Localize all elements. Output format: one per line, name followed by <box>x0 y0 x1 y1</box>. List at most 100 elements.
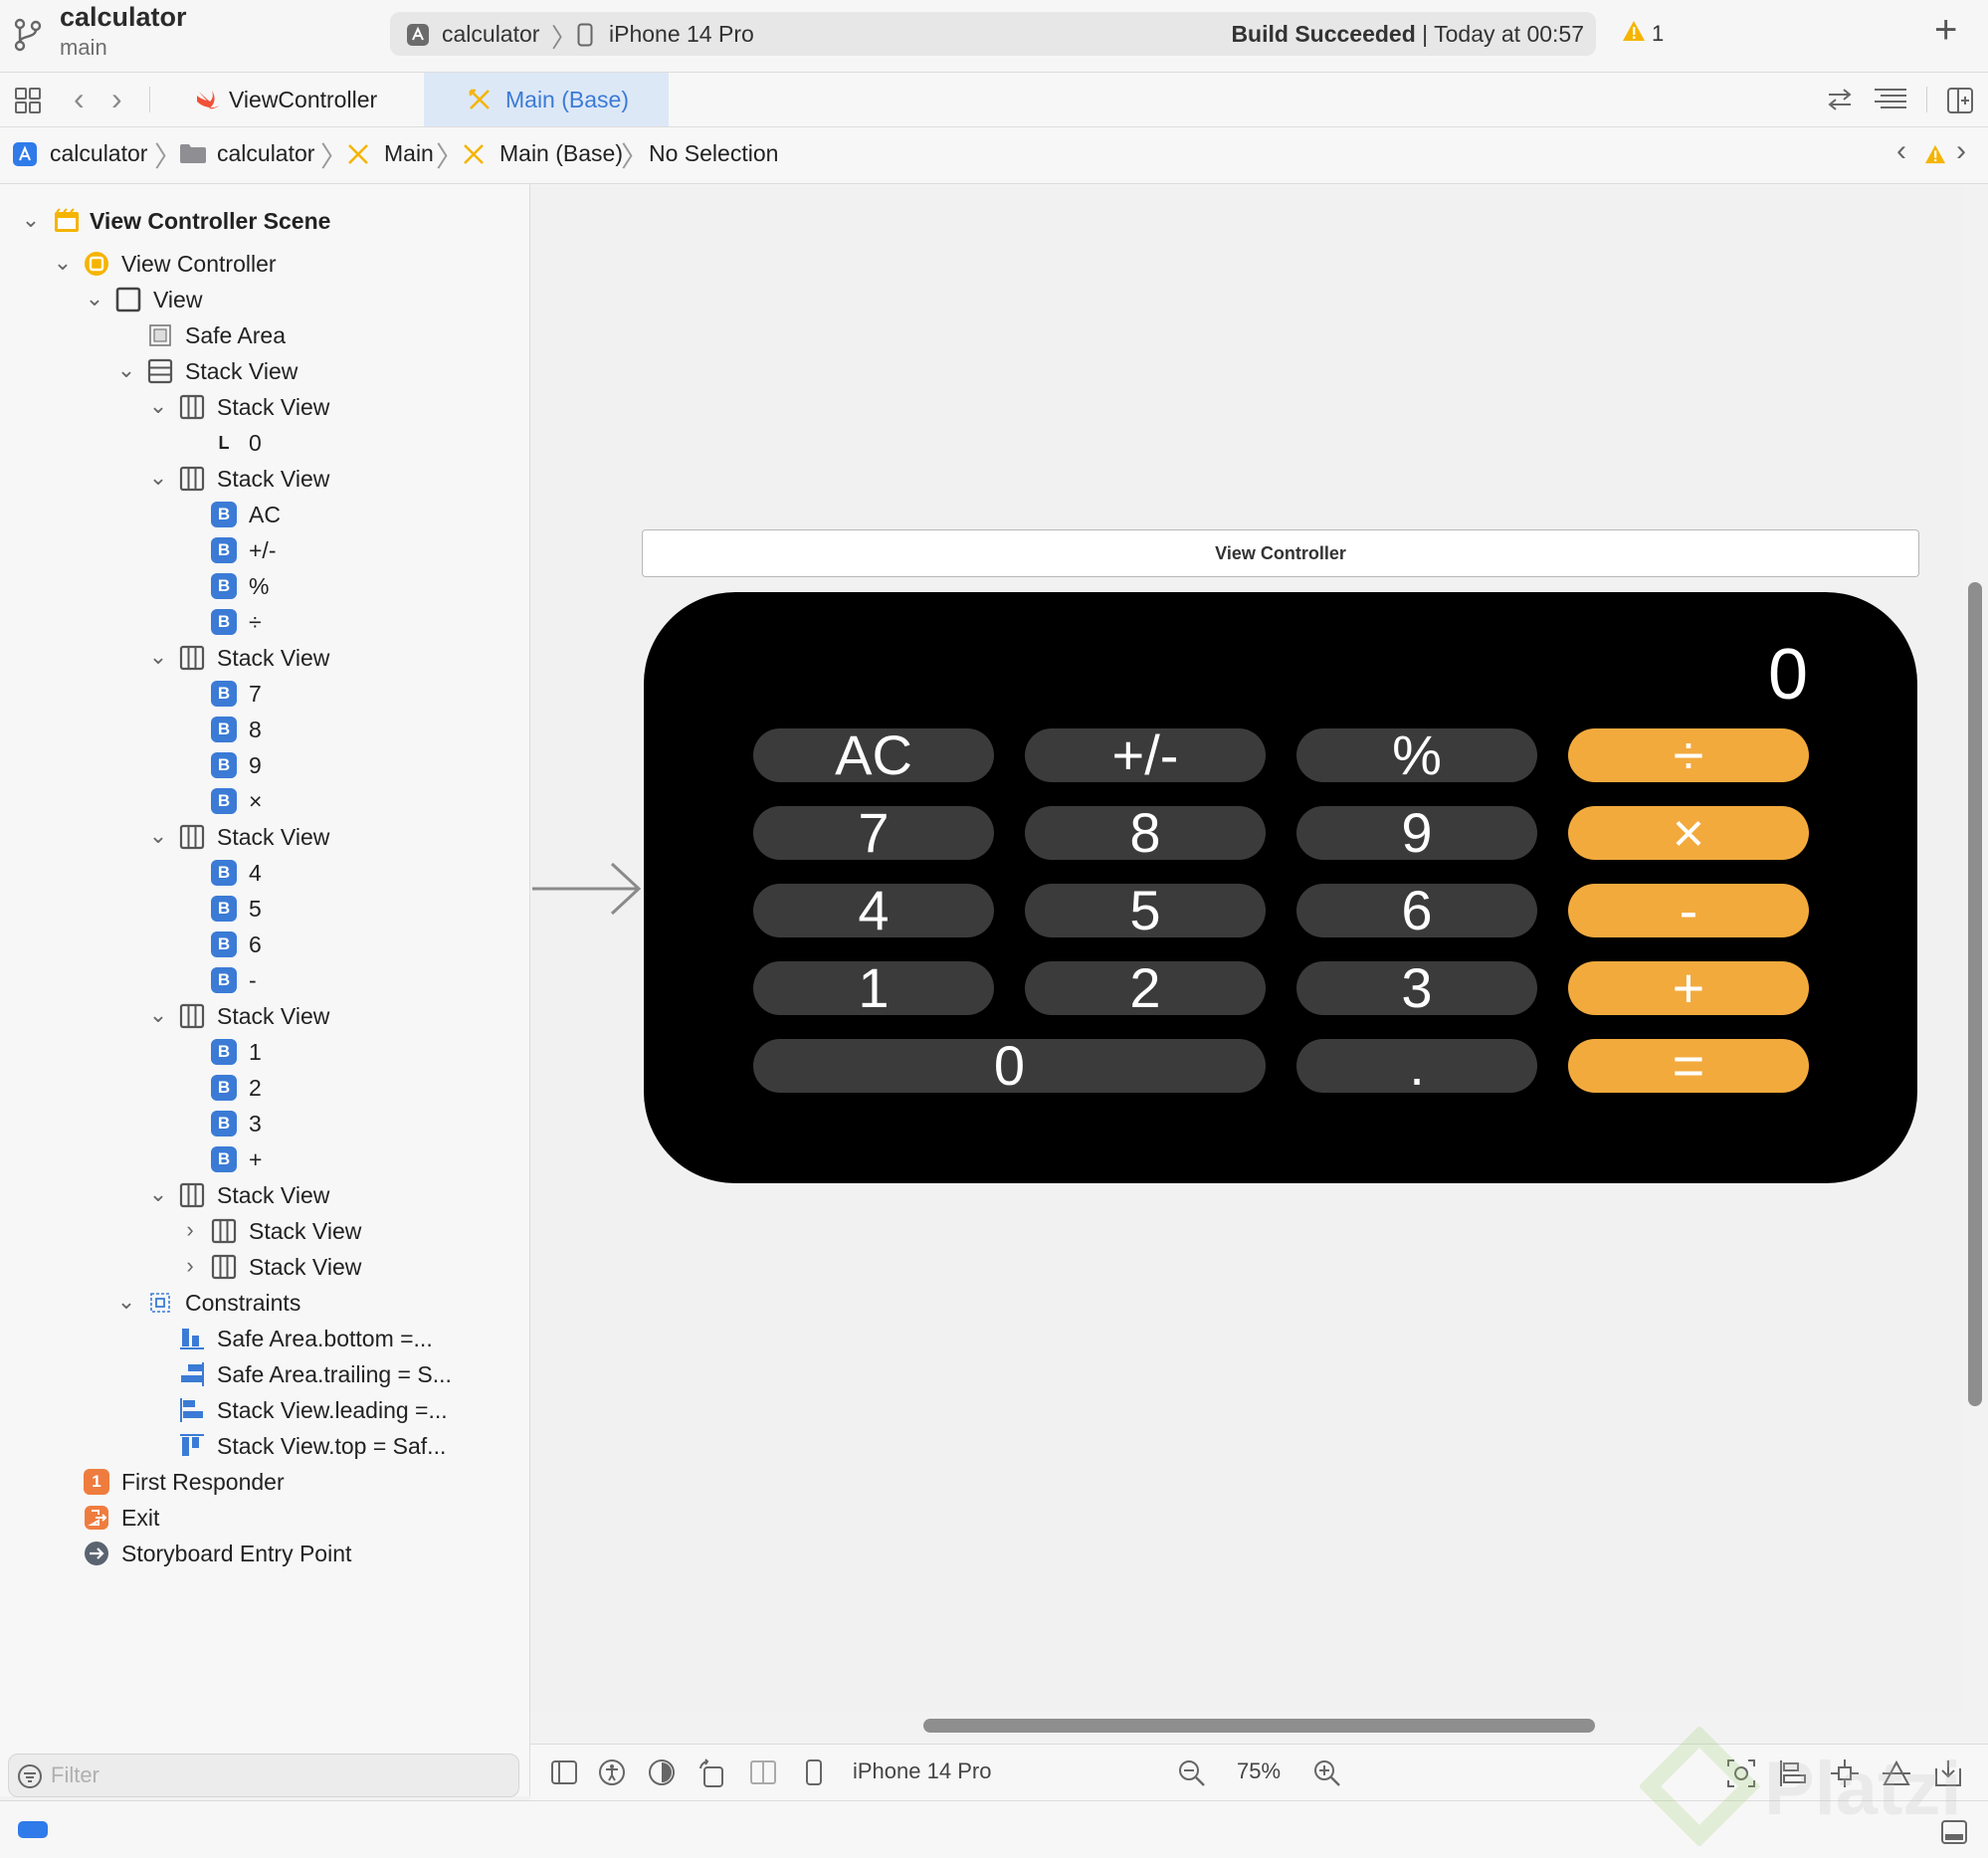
zoom-level[interactable]: 75% <box>1237 1758 1281 1784</box>
align-icon[interactable] <box>1778 1758 1808 1788</box>
breadcrumb-folder[interactable]: calculator <box>217 140 314 167</box>
add-editor-icon[interactable] <box>1946 87 1974 114</box>
chevron-right-icon[interactable]: › <box>1956 134 1966 168</box>
button-badge-icon: B <box>211 717 237 742</box>
disclosure-down-icon[interactable]: ⌄ <box>20 207 42 233</box>
disclosure-down-icon[interactable]: ⌄ <box>147 1002 169 1028</box>
key-button[interactable]: 5 <box>1025 883 1266 938</box>
outline-label: + <box>249 1146 263 1172</box>
key-button[interactable]: 6 <box>1296 883 1537 938</box>
disclosure-down-icon[interactable]: ⌄ <box>115 357 137 383</box>
key-button[interactable]: +/- <box>1025 727 1266 783</box>
key-button[interactable]: 7 <box>753 805 994 861</box>
breadcrumb-selection[interactable]: No Selection <box>649 140 778 167</box>
key-button[interactable]: 2 <box>1025 960 1266 1016</box>
outline-label: Stack View <box>217 466 330 492</box>
chevron-left-icon[interactable]: ‹ <box>1896 134 1906 168</box>
disclosure-down-icon[interactable]: ⌄ <box>115 1289 137 1315</box>
constraint-bottom-icon <box>179 1326 205 1351</box>
horizontal-stack-icon <box>211 1254 237 1280</box>
key-button[interactable]: 1 <box>753 960 994 1016</box>
key-button[interactable]: 8 <box>1025 805 1266 861</box>
key-button[interactable]: + <box>1568 960 1809 1016</box>
constraints-icon <box>147 1290 173 1316</box>
related-items-grid-icon[interactable] <box>14 87 42 114</box>
warning-icon[interactable] <box>1924 144 1946 164</box>
scene-title-bar[interactable]: View Controller <box>642 529 1919 577</box>
button-badge-icon: B <box>211 502 237 527</box>
disclosure-down-icon[interactable]: ⌄ <box>147 465 169 491</box>
tab-main-base[interactable]: Main (Base) <box>424 73 669 126</box>
breadcrumb-storyboard[interactable]: Main <box>384 140 434 167</box>
outline-label: × <box>249 788 263 814</box>
device-icon[interactable] <box>805 1758 823 1786</box>
label-badge-icon: L <box>218 433 230 453</box>
device-config-selector[interactable]: iPhone 14 Pro <box>853 1758 991 1784</box>
appearance-icon[interactable] <box>648 1758 676 1786</box>
disclosure-down-icon[interactable]: ⌄ <box>147 644 169 670</box>
key-button[interactable]: × <box>1568 805 1809 861</box>
resolve-issues-icon[interactable] <box>1882 1758 1911 1788</box>
horizontal-scrollbar[interactable] <box>923 1719 1595 1733</box>
branch-name[interactable]: main <box>60 35 107 61</box>
chevron-left-icon[interactable]: ‹ <box>74 81 85 117</box>
split-view-icon[interactable] <box>749 1758 777 1786</box>
disclosure-right-icon[interactable]: › <box>179 1253 201 1279</box>
source-control-branch-icon[interactable] <box>14 18 42 52</box>
disclosure-down-icon[interactable]: ⌄ <box>147 1181 169 1207</box>
key-button[interactable]: ÷ <box>1568 727 1809 783</box>
key-button[interactable]: 0 <box>753 1038 1266 1094</box>
editor-tab-bar: ‹ › ViewController Main (Base) <box>0 73 1988 127</box>
embed-in-icon[interactable] <box>1933 1758 1963 1788</box>
disclosure-down-icon[interactable]: ⌄ <box>84 286 105 311</box>
outline-label: Storyboard Entry Point <box>121 1541 352 1566</box>
add-constraints-icon[interactable] <box>1830 1758 1860 1788</box>
breadcrumb-base[interactable]: Main (Base) <box>499 140 623 167</box>
disclosure-down-icon[interactable]: ⌄ <box>52 250 74 276</box>
disclosure-right-icon[interactable]: › <box>179 1217 201 1243</box>
disclosure-down-icon[interactable]: ⌄ <box>147 823 169 849</box>
key-button[interactable]: 9 <box>1296 805 1537 861</box>
warning-icon[interactable] <box>1622 20 1646 42</box>
toggle-outline-icon[interactable] <box>550 1758 578 1786</box>
vertical-scrollbar[interactable] <box>1968 582 1982 1406</box>
warning-count[interactable]: 1 <box>1652 21 1664 47</box>
key-button[interactable]: . <box>1296 1038 1537 1094</box>
key-button[interactable]: % <box>1296 727 1537 783</box>
breadcrumb-project[interactable]: calculator <box>50 140 147 167</box>
run-destination-selector[interactable]: iPhone 14 Pro <box>609 21 754 48</box>
outline-label: Stack View <box>249 1254 362 1280</box>
entry-point-icon <box>84 1541 109 1566</box>
scheme-selector[interactable]: calculator <box>442 21 539 48</box>
chevron-right-icon[interactable]: › <box>111 81 122 117</box>
update-frames-icon[interactable] <box>1726 1758 1756 1788</box>
entry-point-arrow-icon[interactable] <box>532 862 644 916</box>
swap-arrows-icon[interactable] <box>1825 87 1855 112</box>
jump-bar: calculator 〉 calculator 〉 Main 〉 Main (B… <box>0 127 1988 184</box>
filter-input[interactable] <box>49 1761 491 1789</box>
zoom-in-icon[interactable] <box>1312 1758 1342 1788</box>
view-controller-icon <box>84 251 109 277</box>
project-title[interactable]: calculator <box>60 2 187 33</box>
add-library-button[interactable]: + <box>1934 10 1957 50</box>
device-screen[interactable]: 0 AC +/-% ÷ 7 8 9 × 4 5 6- 1 2 3 +0. = <box>644 592 1917 1183</box>
zoom-out-icon[interactable] <box>1177 1758 1207 1788</box>
debug-area-toggle-icon[interactable] <box>1940 1819 1968 1845</box>
key-button[interactable]: 4 <box>753 883 994 938</box>
status-indicator[interactable] <box>18 1821 48 1838</box>
button-badge-icon: B <box>211 609 237 635</box>
button-badge-icon: B <box>211 931 237 957</box>
outline-label: Stack View <box>217 394 330 420</box>
tab-viewcontroller[interactable]: ViewController <box>169 73 422 126</box>
orientation-icon[interactable] <box>697 1758 727 1788</box>
key-button[interactable]: AC <box>753 727 994 783</box>
exit-icon <box>84 1505 109 1531</box>
key-button[interactable]: - <box>1568 883 1809 938</box>
key-button[interactable]: = <box>1568 1038 1809 1094</box>
outline-label: % <box>249 573 270 599</box>
key-button[interactable]: 3 <box>1296 960 1537 1016</box>
outline-filter[interactable] <box>8 1754 519 1797</box>
editor-options-icon[interactable] <box>1873 87 1908 112</box>
disclosure-down-icon[interactable]: ⌄ <box>147 393 169 419</box>
accessibility-icon[interactable] <box>598 1758 626 1786</box>
